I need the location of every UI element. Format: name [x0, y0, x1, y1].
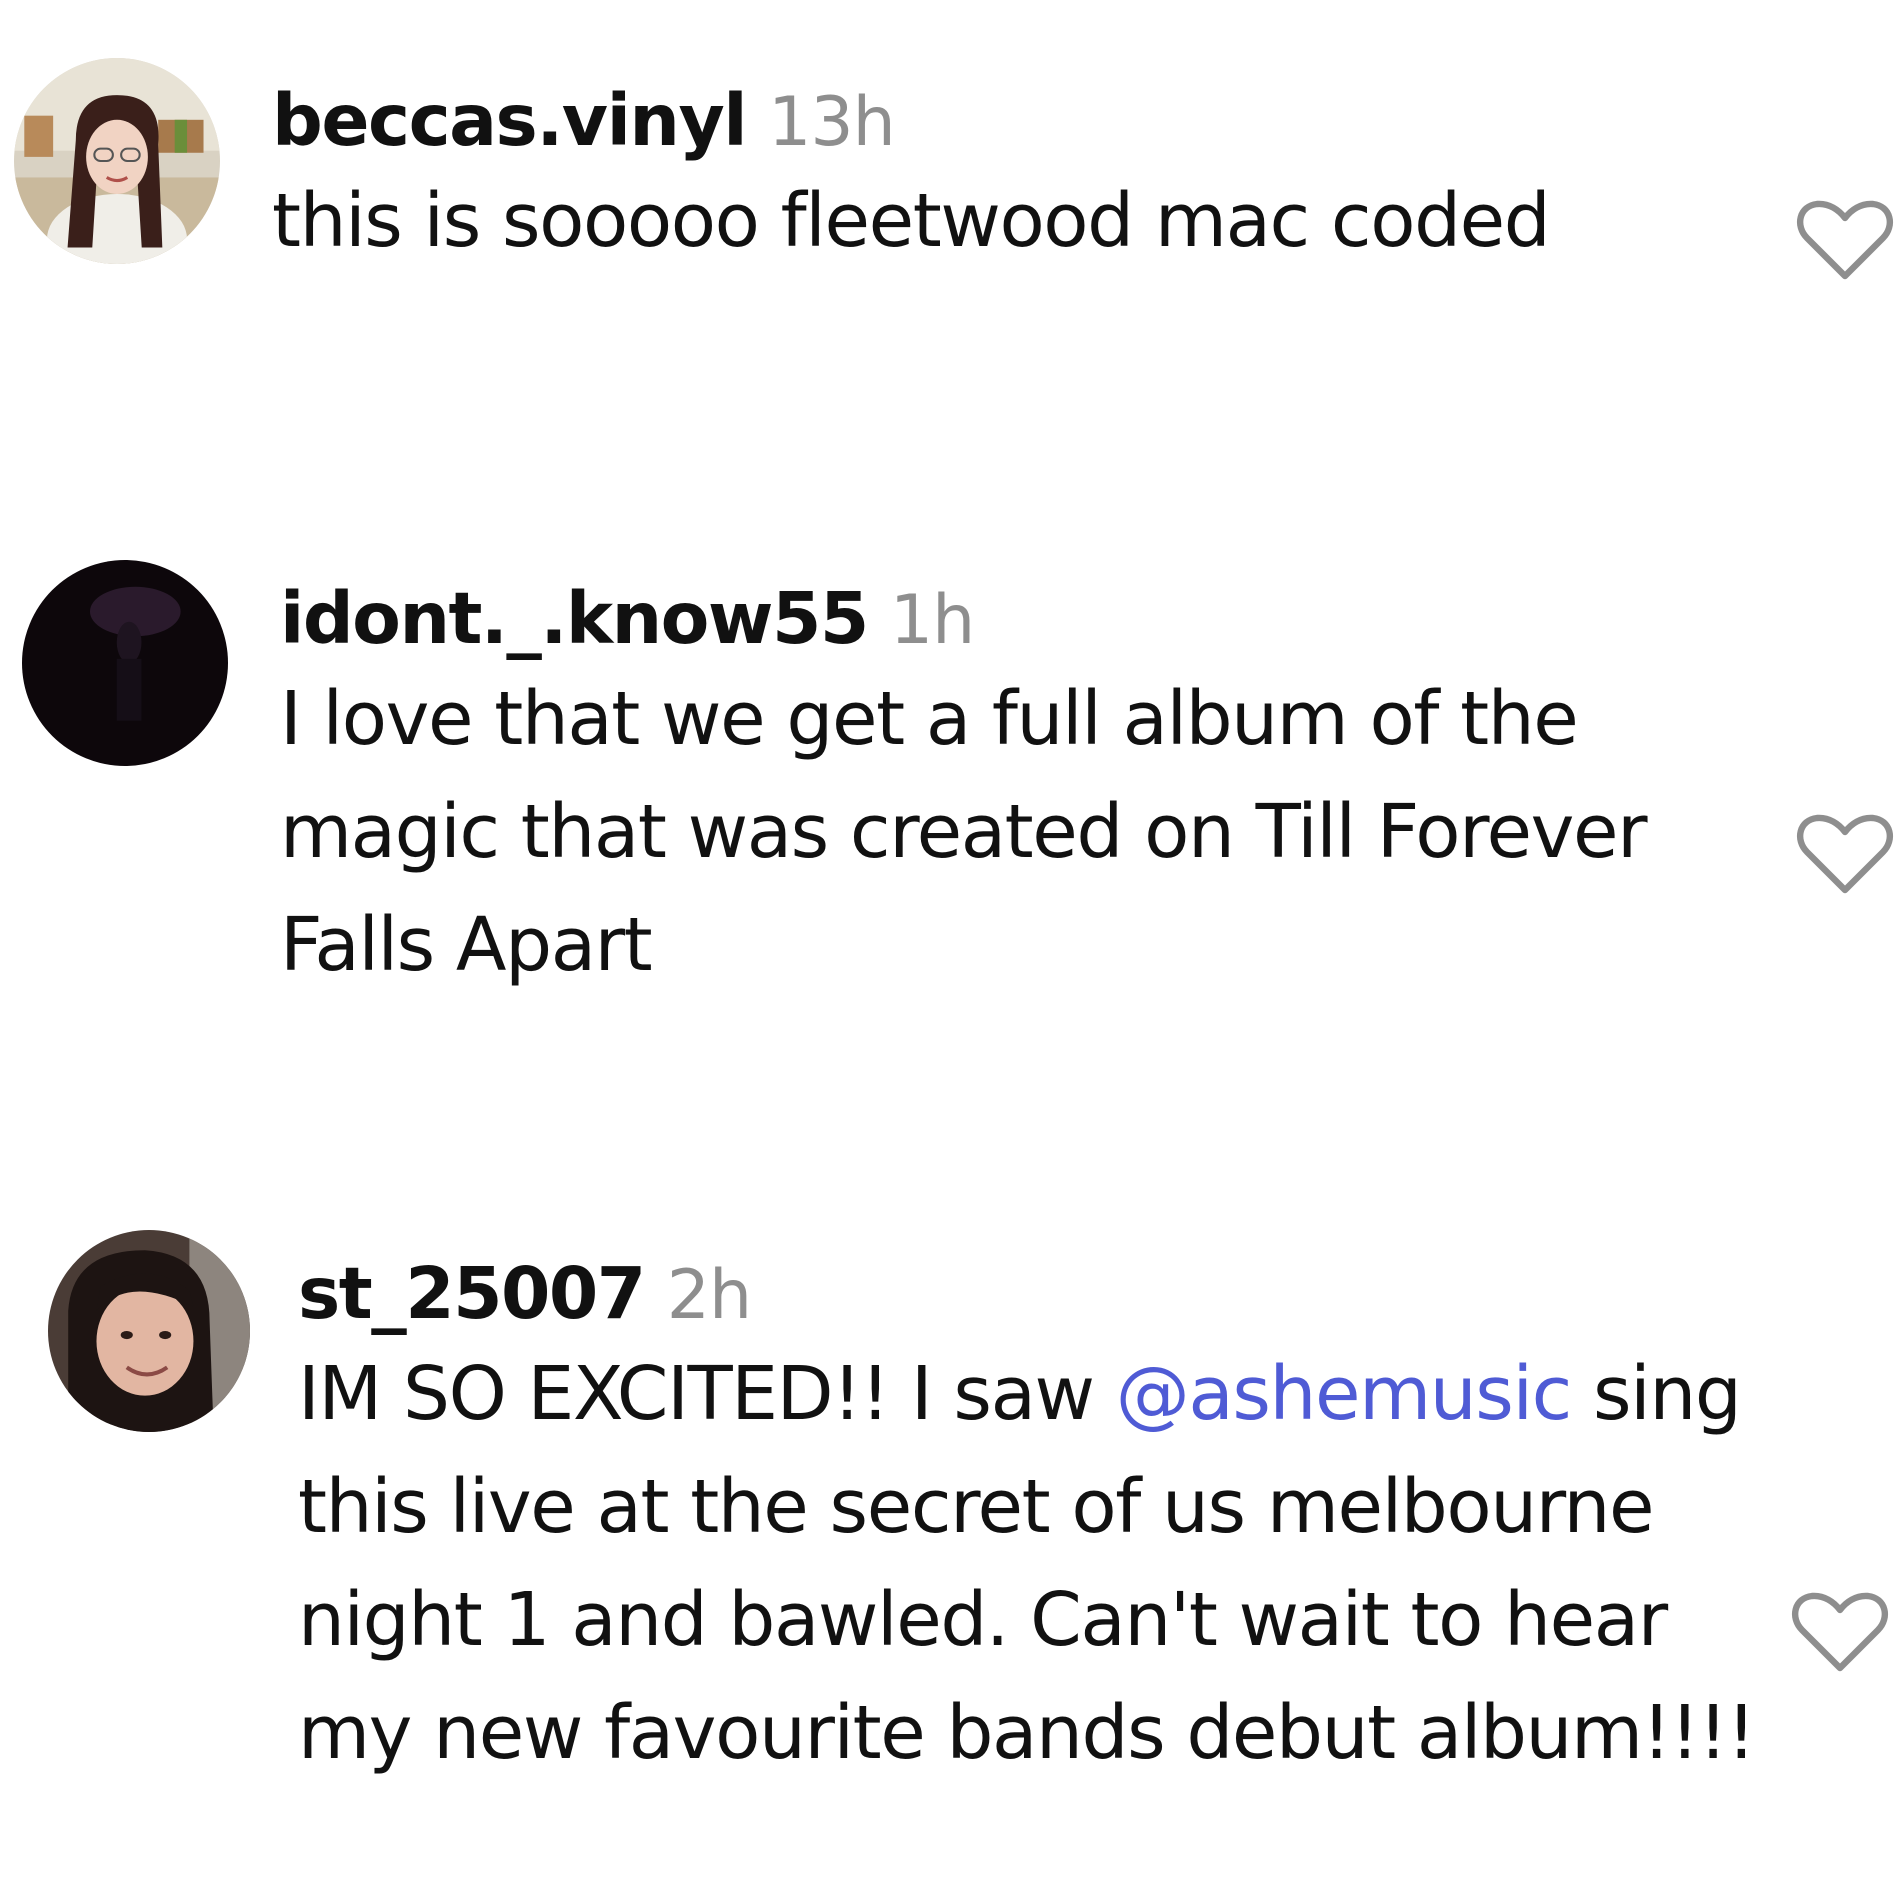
- comment-header: idont._.know55 1h: [280, 583, 1740, 655]
- comment-body: beccas.vinyl 13h this is sooooo fleetwood…: [272, 85, 1732, 278]
- timestamp[interactable]: 1h: [890, 581, 975, 660]
- avatar[interactable]: [48, 1230, 250, 1432]
- timestamp[interactable]: 2h: [667, 1256, 752, 1335]
- avatar-image: [48, 1230, 250, 1432]
- avatar-image: [22, 560, 228, 766]
- avatar-image: [14, 58, 220, 264]
- like-button[interactable]: [1795, 810, 1895, 898]
- heart-outline-icon: [1796, 200, 1894, 280]
- comment-header: st_25007 2h: [298, 1258, 1758, 1330]
- timestamp[interactable]: 13h: [768, 83, 896, 162]
- username[interactable]: beccas.vinyl: [272, 79, 748, 162]
- mention-link[interactable]: @ashemusic: [1116, 1351, 1573, 1437]
- heart-outline-icon: [1791, 1592, 1889, 1672]
- comment-text: IM SO EXCITED!! I saw @ashemusic sing th…: [298, 1338, 1758, 1790]
- comment-text: this is sooooo fleetwood mac coded: [272, 178, 1551, 264]
- avatar[interactable]: [14, 58, 220, 264]
- comment-body: st_25007 2h IM SO EXCITED!! I saw @ashemu…: [298, 1258, 1758, 1790]
- heart-outline-icon: [1796, 814, 1894, 894]
- username[interactable]: idont._.know55: [280, 577, 869, 660]
- avatar[interactable]: [22, 560, 228, 766]
- comment-body: idont._.know55 1h I love that we get a fu…: [280, 583, 1740, 1002]
- like-button[interactable]: [1795, 196, 1895, 284]
- comment-header: beccas.vinyl 13h: [272, 85, 1732, 157]
- username[interactable]: st_25007: [298, 1252, 646, 1335]
- comment-text-part: IM SO EXCITED!! I saw: [298, 1351, 1116, 1437]
- like-button[interactable]: [1790, 1588, 1890, 1676]
- comment-text: I love that we get a full album of the m…: [280, 676, 1648, 988]
